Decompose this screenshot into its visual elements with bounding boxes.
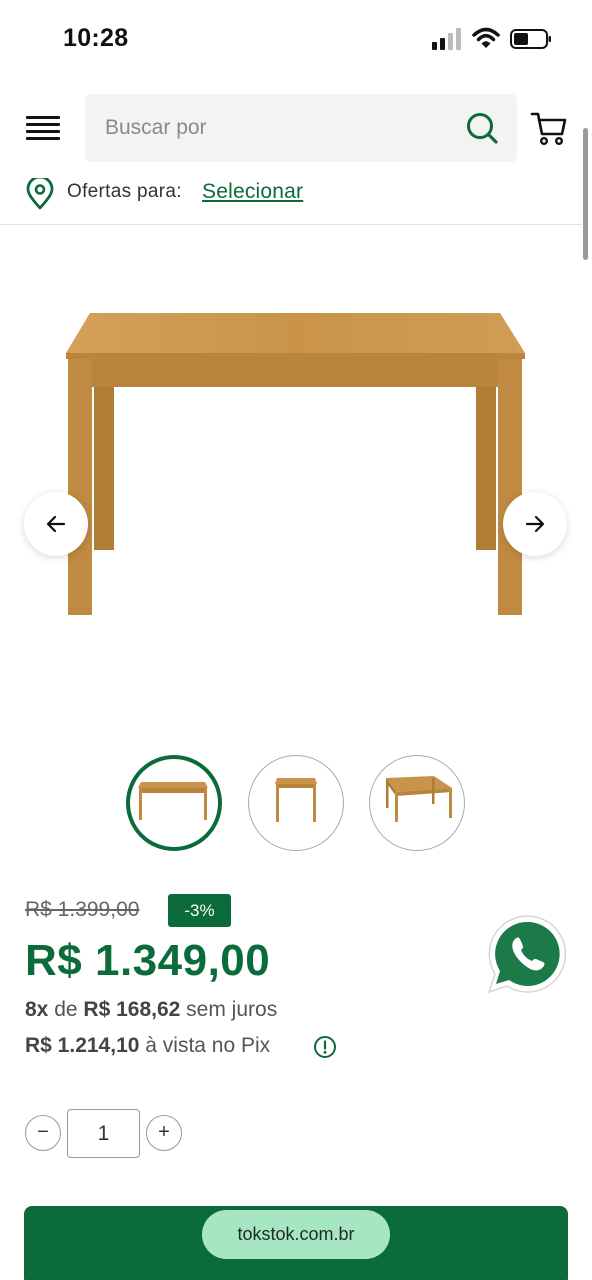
status-bar: 10:28 — [0, 0, 592, 78]
installments-info: 8x de R$ 168,62 sem juros — [25, 998, 277, 1022]
pix-price-info: R$ 1.214,10 à vista no Pix — [25, 1034, 270, 1058]
installment-value: R$ 168,62 — [83, 998, 181, 1021]
thumbnail-side-view[interactable] — [248, 755, 344, 851]
status-time: 10:28 — [63, 24, 129, 52]
site-header — [0, 94, 592, 164]
quantity-decrease-button[interactable]: − — [25, 1115, 61, 1151]
whatsapp-icon[interactable] — [485, 912, 569, 996]
location-pin-icon — [26, 178, 54, 210]
current-price: R$ 1.349,00 — [25, 936, 271, 985]
search-icon[interactable] — [465, 111, 499, 145]
cellular-signal-icon — [432, 28, 461, 50]
arrow-left-icon — [46, 515, 66, 533]
installments-de: de — [54, 998, 78, 1021]
quantity-increase-button[interactable]: + — [146, 1115, 182, 1151]
previous-image-button[interactable] — [24, 492, 88, 556]
thumbnail-image-table-side — [275, 778, 317, 822]
arrow-right-icon — [525, 515, 545, 533]
header-divider — [0, 224, 582, 225]
product-image-table — [66, 313, 525, 615]
wifi-icon — [472, 27, 500, 48]
location-selector: Ofertas para: Selecionar — [0, 176, 592, 212]
shopping-cart-icon[interactable] — [530, 110, 568, 146]
next-image-button[interactable] — [503, 492, 567, 556]
pix-value: R$ 1.214,10 — [25, 1034, 140, 1057]
search-bar — [85, 94, 517, 162]
select-location-link[interactable]: Selecionar — [202, 180, 303, 204]
browser-url-pill[interactable]: tokstok.com.br — [202, 1210, 390, 1259]
offers-label: Ofertas para: — [67, 181, 182, 202]
installments-suffix: sem juros — [186, 998, 278, 1021]
original-price: R$ 1.399,00 — [25, 898, 140, 921]
search-input[interactable] — [105, 94, 445, 162]
thumbnail-image-table-perspective — [386, 776, 452, 822]
quantity-input[interactable] — [67, 1109, 140, 1158]
thumbnail-front-view[interactable] — [126, 755, 222, 851]
info-icon[interactable] — [313, 1035, 337, 1059]
pix-suffix: à vista no Pix — [145, 1034, 271, 1057]
battery-icon — [510, 29, 551, 49]
installments-count: 8x — [25, 998, 49, 1021]
thumbnail-perspective-view[interactable] — [369, 755, 465, 851]
thumbnail-image-table-front — [138, 782, 208, 820]
discount-badge: -3% — [168, 894, 231, 927]
hamburger-menu-icon[interactable] — [26, 116, 60, 142]
page-scrollbar[interactable] — [583, 128, 588, 260]
